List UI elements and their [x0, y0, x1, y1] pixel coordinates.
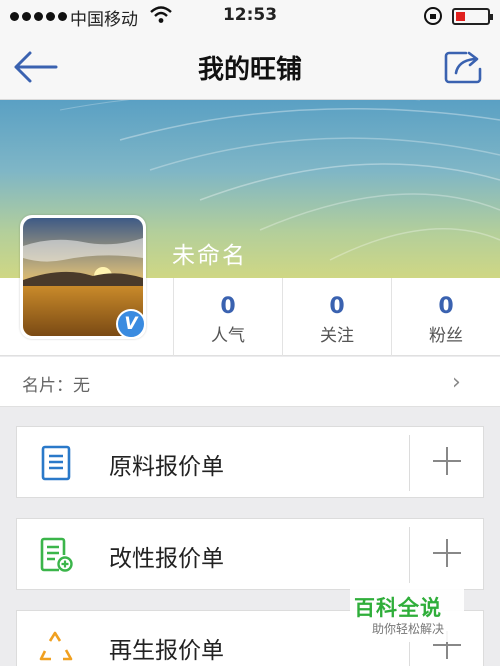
verified-badge: V: [116, 309, 146, 339]
business-card-row[interactable]: 名片：无 ›: [0, 357, 500, 407]
stat-value: 0: [329, 294, 345, 319]
shop-name: 未命名: [172, 243, 247, 269]
share-icon[interactable]: [444, 49, 486, 85]
list-item-modified-quote[interactable]: 改性报价单: [16, 518, 484, 590]
plus-icon[interactable]: [427, 441, 467, 481]
status-bar: 中国移动 12:53: [0, 0, 500, 32]
stat-value: 0: [220, 294, 236, 319]
orientation-lock-icon: [424, 7, 442, 25]
battery-icon: [452, 8, 493, 25]
page-title: 我的旺铺: [197, 55, 302, 85]
list-item-raw-material-quote[interactable]: 原料报价单: [16, 426, 484, 498]
navigation-bar: 我的旺铺: [0, 32, 500, 100]
document-icon: [41, 445, 71, 481]
list-item-label: 改性报价单: [109, 546, 224, 572]
document-add-icon: [40, 537, 73, 572]
stat-label: 粉丝: [429, 326, 463, 346]
stat-value: 0: [438, 294, 454, 319]
list-item-label: 再生报价单: [109, 638, 224, 664]
watermark-logo: 百科全说 助你轻松解决: [350, 588, 464, 642]
stat-label: 人气: [211, 326, 245, 346]
watermark-subtitle: 助你轻松解决: [372, 622, 445, 636]
stat-label: 关注: [320, 326, 354, 346]
stat-fans[interactable]: 0 粉丝: [391, 278, 500, 356]
stat-popularity[interactable]: 0 人气: [173, 278, 282, 356]
chevron-right-icon: ›: [452, 370, 461, 395]
watermark-title: 百科全说: [354, 596, 442, 620]
plus-icon[interactable]: [427, 533, 467, 573]
recycle-icon: [39, 631, 73, 661]
stat-following[interactable]: 0 关注: [282, 278, 391, 356]
divider: [409, 435, 410, 491]
business-card-label: 名片：无: [22, 376, 90, 396]
list-item-label: 原料报价单: [109, 454, 224, 480]
divider: [409, 527, 410, 583]
